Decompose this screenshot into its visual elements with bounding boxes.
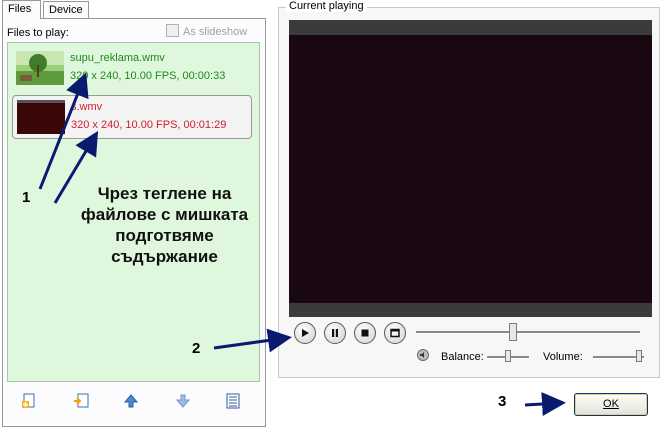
arrow-1a [38, 72, 89, 190]
annotation-number-1: 1 [22, 189, 31, 206]
tab-files-label: Files [8, 3, 32, 15]
annotation-number-3: 3 [498, 393, 507, 410]
annotation-text: Чрез теглене на файлове с мишката подгот… [80, 184, 249, 266]
annotation-number-2: 2 [192, 340, 201, 357]
tab-files[interactable]: Files [2, 0, 41, 19]
arrow-3 [524, 392, 566, 417]
arrow-2 [213, 328, 292, 353]
